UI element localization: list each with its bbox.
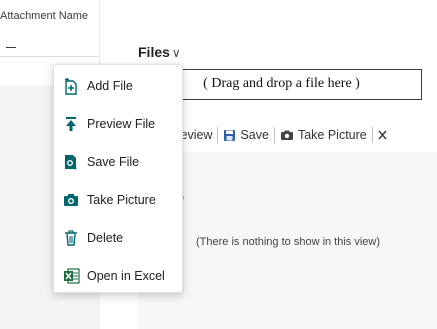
menu-item-take-picture[interactable]: Take Picture [54,181,182,219]
menu-item-label: Take Picture [87,193,156,207]
save-file-icon [62,153,80,171]
save-label: Save [240,128,269,142]
save-icon [224,129,236,141]
save-button[interactable]: Save [223,128,269,142]
empty-list-message: (There is nothing to show in this view) [196,236,381,248]
menu-item-preview-file[interactable]: Preview File [54,105,182,143]
camera-icon [62,191,80,209]
delete-button[interactable] [378,130,391,140]
chevron-down-icon[interactable]: ∨ [172,46,181,60]
menu-item-label: Open in Excel [87,269,165,283]
add-file-icon [62,77,80,95]
close-icon [378,130,387,140]
menu-item-label: Preview File [87,117,156,131]
menu-item-label: Add File [87,79,133,93]
files-action-menu: Add File Preview File Save File Take Pic… [53,64,183,293]
files-title[interactable]: Files ∨ [138,44,181,60]
column-header-underline [6,47,16,48]
files-title-label: Files [138,44,170,60]
camera-icon [280,130,293,140]
drag-drop-zone[interactable]: ( Drag and drop a file here ) [141,69,422,100]
menu-item-add-file[interactable]: Add File [54,67,182,105]
attachment-name-column-header[interactable]: Attachment Name [0,10,88,22]
take-picture-label: Take Picture [297,128,367,142]
menu-item-save-file[interactable]: Save File [54,143,182,181]
header-divider [0,56,100,57]
upload-arrow-icon [62,115,80,133]
excel-icon [62,267,80,285]
toolbar-separator [371,127,373,143]
menu-item-open-in-excel[interactable]: Open in Excel [54,257,182,295]
take-picture-button[interactable]: Take Picture [280,128,367,142]
menu-item-label: Delete [87,231,124,245]
toolbar-separator [217,127,219,143]
toolbar-separator [273,127,275,143]
menu-item-delete[interactable]: Delete [54,219,182,257]
trash-icon [62,229,80,247]
menu-item-label: Save File [87,155,140,169]
